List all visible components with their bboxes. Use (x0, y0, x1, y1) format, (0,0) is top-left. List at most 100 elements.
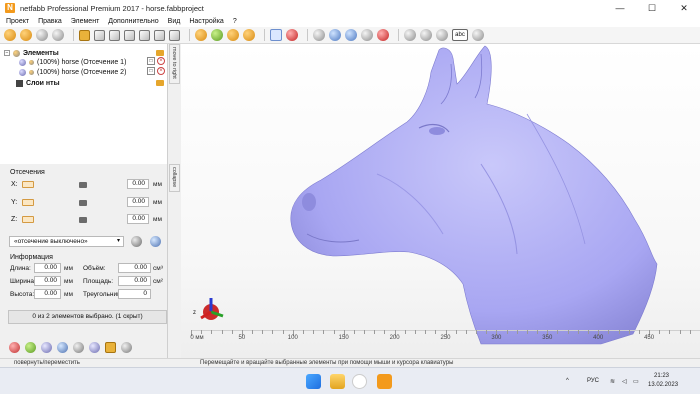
view-left-icon[interactable] (124, 29, 135, 41)
texture-icon[interactable] (345, 29, 357, 41)
tray-chevron-icon[interactable]: ^ (566, 378, 569, 384)
merge-icon[interactable] (41, 342, 52, 353)
folder-icon[interactable] (156, 50, 164, 56)
wireframe-icon[interactable] (361, 29, 373, 41)
tree-layers-root[interactable]: Слои нты (16, 78, 168, 88)
render-mode-icon[interactable] (329, 29, 341, 41)
language-indicator[interactable]: РУС (587, 378, 599, 384)
cut-x-input[interactable]: 0.00 (127, 179, 149, 189)
menu-extras[interactable]: Дополнительно (108, 18, 158, 25)
view-top-icon[interactable] (154, 29, 165, 41)
export-icon[interactable] (121, 342, 132, 353)
view-back-icon[interactable] (109, 29, 120, 41)
settings-icon[interactable] (404, 29, 416, 41)
repair-part-icon[interactable] (25, 342, 36, 353)
view-bottom-icon[interactable] (169, 29, 180, 41)
horse-model[interactable] (181, 44, 700, 358)
new-project-icon[interactable] (4, 29, 16, 41)
visibility-toggle[interactable]: □ (147, 57, 155, 65)
ruler-tick (638, 330, 640, 334)
volume-icon[interactable]: ◁ (622, 378, 627, 385)
menu-edit[interactable]: Правка (38, 18, 62, 25)
grid-icon[interactable] (436, 29, 448, 41)
volume-value: 0.00 (118, 263, 151, 273)
cut-x-slider[interactable] (79, 182, 87, 188)
boolean-icon[interactable] (57, 342, 68, 353)
close-button[interactable]: ✕ (668, 0, 700, 16)
labels-button[interactable]: abc (452, 29, 468, 41)
file-explorer-icon[interactable] (330, 374, 345, 389)
cut-options-icon[interactable] (150, 236, 161, 247)
menu-view[interactable]: Вид (168, 18, 181, 25)
view-front-icon[interactable] (94, 29, 105, 41)
menu-part[interactable]: Элемент (71, 18, 100, 25)
width-label: Ширина: (10, 278, 36, 285)
move-to-right-tab[interactable]: move to right (169, 44, 180, 84)
magnifier-icon[interactable] (243, 29, 255, 41)
cut-y-label: Y: (11, 199, 18, 206)
collapse-icon[interactable]: − (4, 50, 10, 56)
area-label: Площадь: (83, 278, 114, 285)
tree-item-horse-cut-2[interactable]: (100%) horse (Отсечение 2) □ × (19, 67, 168, 77)
area-value: 0.00 (118, 276, 151, 286)
open-project-icon[interactable] (20, 29, 32, 41)
compass-icon[interactable] (9, 342, 20, 353)
remove-icon[interactable]: × (157, 57, 165, 65)
add-part-icon[interactable] (211, 29, 223, 41)
menu-settings[interactable]: Настройка (189, 18, 223, 25)
taskbar: ^ РУС ≋ ◁ ▭ 21:23 13.02.2023 (0, 367, 700, 394)
clock-time[interactable]: 21:23 (654, 373, 669, 379)
tree-item-horse-cut-1[interactable]: (100%) horse (Отсечение 1) □ × (19, 57, 168, 67)
ruler-tick-label: 450 (644, 335, 655, 341)
menu-project[interactable]: Проект (6, 18, 29, 25)
shading-icon[interactable] (313, 29, 325, 41)
cut-y-input[interactable]: 0.00 (127, 197, 149, 207)
ruler-tick (323, 330, 325, 334)
analysis-icon[interactable] (89, 342, 100, 353)
maximize-button[interactable]: ☐ (636, 0, 668, 16)
cut-z-input[interactable]: 0.00 (127, 214, 149, 224)
yandex-browser-icon[interactable] (352, 374, 367, 389)
start-icon[interactable] (306, 374, 321, 389)
ruler-tick (211, 330, 213, 334)
cut-mode-select[interactable]: «отсечение выключено» ▾ (9, 236, 124, 247)
mesh-edit-icon[interactable] (73, 342, 84, 353)
lock-icon[interactable] (472, 29, 484, 41)
cut-y-slider[interactable] (79, 200, 87, 206)
select-cursor-icon[interactable] (270, 29, 282, 41)
cut-x-toggle[interactable] (22, 181, 34, 188)
cut-x-label: X: (11, 181, 18, 188)
visibility-toggle[interactable]: □ (147, 67, 155, 75)
battery-icon[interactable]: ▭ (633, 378, 639, 385)
minimize-button[interactable]: — (604, 0, 636, 16)
ruler-tick (333, 330, 335, 334)
repair-icon[interactable] (195, 29, 207, 41)
collapse-tab[interactable]: collapse (169, 164, 180, 192)
slice-icon[interactable] (105, 342, 116, 353)
cut-z-toggle[interactable] (22, 216, 34, 223)
ruler-tick (476, 330, 478, 334)
remove-icon[interactable]: × (157, 67, 165, 75)
ruler-tick (384, 330, 386, 334)
save-icon[interactable] (36, 29, 48, 41)
view-default-icon[interactable] (79, 29, 90, 41)
status-icon (29, 69, 34, 75)
cut-y-toggle[interactable] (22, 199, 34, 206)
execute-cut-icon[interactable] (131, 236, 142, 247)
measure-icon[interactable] (286, 29, 298, 41)
3d-viewport[interactable]: z 0 мм 50 100 150 200 250 300 350 400 450 (181, 44, 700, 358)
zoom-icon[interactable] (227, 29, 239, 41)
menu-help[interactable]: ? (233, 18, 237, 25)
netfabb-taskbar-icon[interactable] (377, 374, 392, 389)
wifi-icon[interactable]: ≋ (610, 378, 615, 385)
camera-icon[interactable] (420, 29, 432, 41)
ruler-tick-label: 200 (389, 335, 400, 341)
view-right-icon[interactable] (139, 29, 150, 41)
undo-icon[interactable] (52, 29, 64, 41)
cut-z-unit: мм (153, 216, 162, 223)
color-icon[interactable] (377, 29, 389, 41)
cut-z-slider[interactable] (79, 217, 87, 223)
status-mode: повернуть/переместить (14, 360, 80, 366)
clock-date[interactable]: 13.02.2023 (648, 382, 678, 388)
folder-icon[interactable] (156, 80, 164, 86)
